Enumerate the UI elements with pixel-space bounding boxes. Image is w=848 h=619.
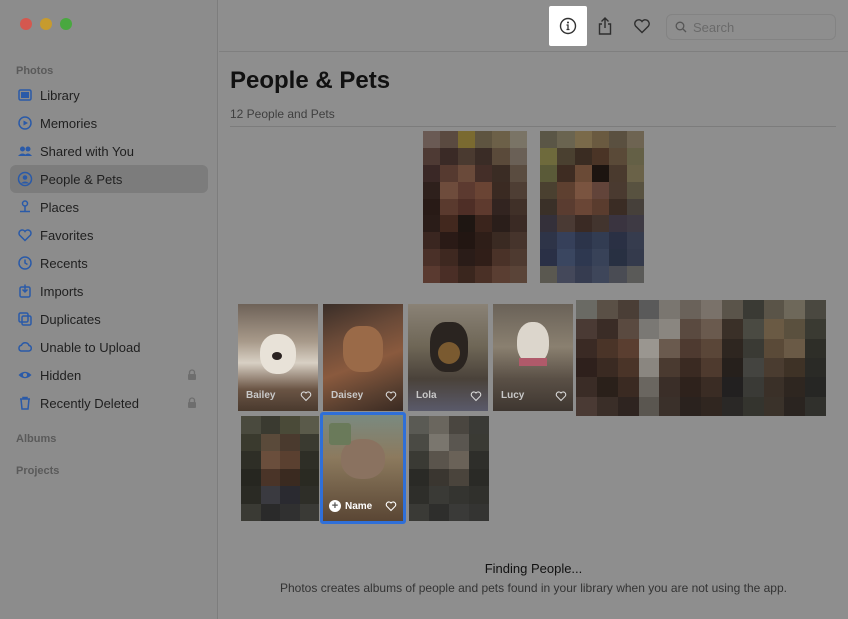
person-tile[interactable]	[409, 416, 489, 521]
pixelated-face	[576, 300, 826, 416]
dog-collar	[519, 358, 547, 366]
heart-icon	[16, 226, 34, 244]
dog-face	[343, 326, 383, 372]
sidebar-item-label: Places	[40, 199, 80, 215]
sidebar-nav: Library Memories Shared with You People …	[10, 81, 208, 417]
add-name-button[interactable]: + Name	[329, 500, 372, 512]
sidebar-item-label: Recently Deleted	[40, 395, 139, 411]
sidebar-item-label: Duplicates	[40, 311, 101, 327]
sidebar-item-label: Hidden	[40, 367, 82, 383]
sidebar-item-label: Memories	[40, 115, 98, 131]
window-controls	[20, 18, 72, 30]
person-tile[interactable]	[576, 300, 826, 416]
person-tile[interactable]	[241, 416, 319, 521]
heart-icon[interactable]	[385, 500, 397, 512]
sidebar-item-unable-to-upload[interactable]: Unable to Upload	[10, 333, 208, 361]
zoom-window-button[interactable]	[60, 18, 72, 30]
sidebar-item-label: Recents	[40, 255, 88, 271]
import-icon	[16, 282, 34, 300]
sidebar-item-label: Library	[40, 87, 80, 103]
sidebar-item-label: Shared with You	[40, 143, 134, 159]
library-icon	[16, 86, 34, 104]
info-icon	[559, 17, 577, 35]
cat-markings	[438, 342, 460, 364]
unnamed-pet-tile-selected[interactable]: + Name	[320, 412, 406, 524]
divider	[230, 126, 836, 127]
duplicates-icon	[16, 310, 34, 328]
finding-people-description: Photos creates albums of people and pets…	[280, 581, 787, 595]
toolbar	[219, 0, 848, 52]
sidebar-item-label: Favorites	[40, 227, 94, 243]
pet-name: Daisey	[331, 390, 364, 401]
lock-icon	[188, 369, 196, 380]
sidebar: Photos Library Memories Shared with You …	[0, 0, 218, 619]
heart-icon	[634, 19, 650, 34]
pixelated-face	[423, 131, 527, 283]
heart-icon[interactable]	[300, 390, 312, 402]
favorite-button[interactable]	[628, 12, 656, 40]
pet-name: Bailey	[246, 390, 276, 401]
page-title: People & Pets	[230, 67, 391, 94]
person-tile[interactable]	[423, 131, 527, 283]
photos-section-header: Photos	[16, 65, 54, 77]
pet-tile-daisey[interactable]: Daisey	[323, 304, 403, 411]
heart-icon[interactable]	[385, 390, 397, 402]
finding-people-title: Finding People...	[484, 561, 583, 576]
pin-icon	[16, 198, 34, 216]
sidebar-item-library[interactable]: Library	[10, 81, 208, 109]
pet-tile-lucy[interactable]: Lucy	[493, 304, 573, 411]
pet-name: Lucy	[501, 390, 525, 401]
shared-with-you-icon	[16, 142, 34, 160]
cloud-icon	[16, 338, 34, 356]
sidebar-item-label: People & Pets	[40, 171, 123, 187]
heart-icon[interactable]	[555, 390, 567, 402]
plus-icon: +	[329, 500, 341, 512]
search-field[interactable]	[666, 14, 836, 40]
main-content: People & Pets 12 People and Pets	[219, 0, 848, 619]
plant	[329, 423, 351, 445]
close-window-button[interactable]	[20, 18, 32, 30]
people-icon	[16, 170, 34, 188]
eye-icon	[16, 366, 34, 384]
sidebar-item-recently-deleted[interactable]: Recently Deleted	[10, 389, 208, 417]
sidebar-item-duplicates[interactable]: Duplicates	[10, 305, 208, 333]
pixelated-face	[409, 416, 489, 521]
sidebar-item-hidden[interactable]: Hidden	[10, 361, 208, 389]
clock-icon	[16, 254, 34, 272]
minimize-window-button[interactable]	[40, 18, 52, 30]
albums-section-header[interactable]: Albums	[16, 433, 56, 445]
name-label: Name	[345, 500, 373, 512]
sidebar-item-label: Unable to Upload	[40, 339, 141, 355]
sidebar-item-places[interactable]: Places	[10, 193, 208, 221]
sidebar-item-imports[interactable]: Imports	[10, 277, 208, 305]
projects-section-header[interactable]: Projects	[16, 465, 59, 477]
pet-tile-bailey[interactable]: Bailey	[238, 304, 318, 411]
search-input[interactable]	[693, 19, 823, 35]
sidebar-item-label: Imports	[40, 283, 84, 299]
sidebar-item-recents[interactable]: Recents	[10, 249, 208, 277]
pet-tile-lola[interactable]: Lola	[408, 304, 488, 411]
info-button[interactable]	[549, 6, 587, 46]
heart-icon[interactable]	[470, 390, 482, 402]
search-icon	[675, 21, 687, 33]
share-button[interactable]	[591, 12, 619, 40]
pixelated-face	[540, 131, 644, 283]
cat-face	[341, 439, 385, 479]
pixelated-face	[241, 416, 319, 521]
sidebar-item-memories[interactable]: Memories	[10, 109, 208, 137]
sidebar-item-people-pets[interactable]: People & Pets	[10, 165, 208, 193]
lock-icon	[188, 397, 196, 408]
person-tile[interactable]	[540, 131, 644, 283]
sidebar-item-shared-with-you[interactable]: Shared with You	[10, 137, 208, 165]
sidebar-item-favorites[interactable]: Favorites	[10, 221, 208, 249]
people-count: 12 People and Pets	[230, 107, 335, 121]
pet-name: Lola	[416, 390, 437, 401]
share-icon	[598, 17, 612, 35]
dog-nose	[272, 352, 282, 360]
memories-icon	[16, 114, 34, 132]
trash-icon	[16, 394, 34, 412]
